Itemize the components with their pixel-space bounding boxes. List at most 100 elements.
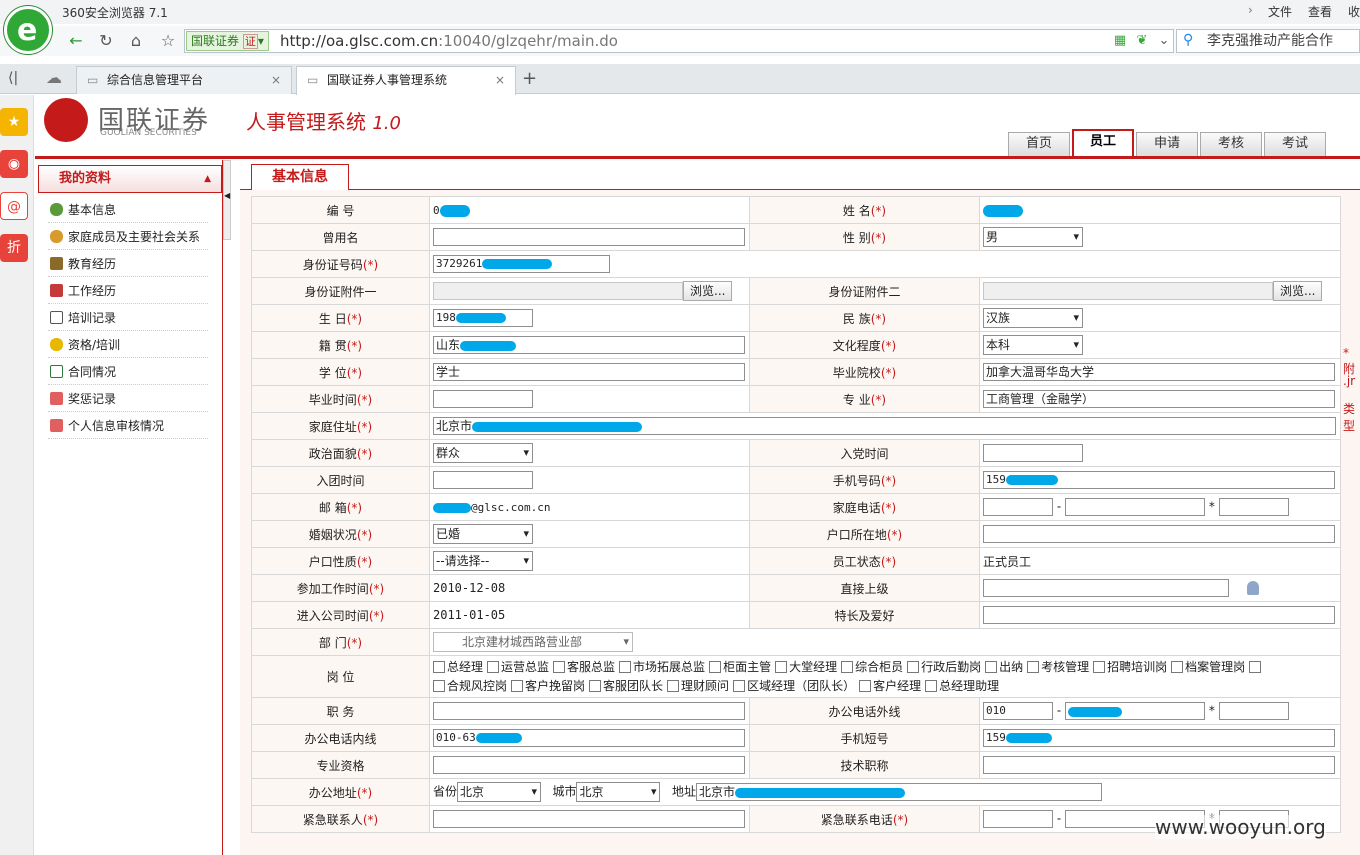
department-select[interactable]: 北京建材城西路营业部 — [433, 632, 633, 652]
url-text[interactable]: http://oa.glsc.com.cn:10040/glzqehr/main… — [280, 32, 618, 50]
emergency-phone-area-input[interactable] — [983, 810, 1053, 828]
person-select-icon[interactable] — [1247, 581, 1259, 595]
native-place-input[interactable]: 山东 — [433, 336, 745, 354]
post-checkbox-posts2-3[interactable]: 理财顾问 — [667, 679, 731, 693]
duty-input[interactable] — [433, 702, 745, 720]
close-icon[interactable]: × — [495, 67, 505, 93]
chevron-down-icon[interactable]: ⌄ — [1152, 30, 1176, 52]
chevron-right-icon[interactable]: › — [1248, 3, 1253, 17]
qualification-input[interactable] — [433, 756, 745, 774]
checkbox-icon[interactable] — [619, 661, 632, 673]
checkbox-icon[interactable] — [841, 661, 854, 673]
tab-integrated-platform[interactable]: ▭ 综合信息管理平台 × — [76, 66, 292, 94]
checkbox-icon[interactable] — [1093, 661, 1106, 673]
checkbox-icon[interactable] — [667, 680, 680, 692]
nav-employee[interactable]: 员工 — [1072, 129, 1134, 157]
direct-boss-input[interactable] — [983, 579, 1229, 597]
league-time-input[interactable] — [433, 471, 533, 489]
browser-logo-icon[interactable]: e — [4, 6, 52, 54]
post-checkbox-posts2-4[interactable]: 区域经理（团队长） — [733, 679, 857, 693]
checkbox-icon[interactable] — [709, 661, 722, 673]
home-phone-area-input[interactable] — [983, 498, 1053, 516]
post-checkbox-posts2-1[interactable]: 客户挽留岗 — [511, 679, 587, 693]
mobile-input[interactable]: 159 — [983, 471, 1335, 489]
checkbox-icon[interactable] — [433, 661, 445, 673]
id-number-input[interactable]: 3729261 — [433, 255, 610, 273]
tab-list-icon[interactable]: ⟨| — [8, 70, 18, 86]
left-item-work[interactable]: 工作经历 — [48, 278, 208, 304]
cloud-icon[interactable]: ☁ — [46, 68, 62, 87]
office-address-input[interactable]: 北京市 — [695, 783, 1102, 801]
left-item-qualification[interactable]: 资格/培训 — [48, 332, 208, 358]
post-checkbox-posts1-4[interactable]: 柜面主管 — [709, 660, 773, 674]
hobby-input[interactable] — [983, 606, 1335, 624]
graduate-time-input[interactable] — [433, 390, 533, 408]
favorites-icon[interactable]: ★ — [0, 108, 28, 136]
checkbox-icon[interactable] — [1027, 661, 1040, 673]
nav-apply[interactable]: 申请 — [1136, 132, 1198, 156]
post-checkbox-posts2-5[interactable]: 客户经理 — [859, 679, 923, 693]
left-item-training[interactable]: 培训记录 — [48, 305, 208, 331]
birthday-input[interactable]: 198 — [433, 309, 533, 327]
major-input[interactable]: 工商管理（金融学） — [983, 390, 1335, 408]
short-number-input[interactable]: 159 — [983, 729, 1335, 747]
school-input[interactable]: 加拿大温哥华岛大学 — [983, 363, 1335, 381]
checkbox-icon[interactable] — [487, 661, 500, 673]
home-address-input[interactable]: 北京市 — [433, 417, 1336, 435]
nav-assess[interactable]: 考核 — [1200, 132, 1262, 156]
nation-select[interactable]: 汉族 — [983, 308, 1083, 328]
home-phone-number-input[interactable] — [1065, 498, 1205, 516]
panel-collapse-handle[interactable]: ◀ — [223, 160, 231, 240]
checkbox-icon[interactable] — [1249, 661, 1262, 673]
city-select[interactable]: 北京 — [576, 782, 661, 802]
close-icon[interactable]: × — [271, 67, 281, 93]
post-checkbox-posts1-11[interactable]: 档案管理岗 — [1171, 660, 1247, 674]
collapse-up-icon[interactable]: ▲ — [204, 166, 211, 192]
checkbox-icon[interactable] — [985, 661, 998, 673]
post-checkbox-posts2-6[interactable]: 总经理助理 — [925, 679, 1001, 693]
discount-icon[interactable]: 折 — [0, 234, 28, 262]
nav-exam[interactable]: 考试 — [1264, 132, 1326, 156]
id-attach-2-input[interactable] — [983, 282, 1273, 300]
checkbox-icon[interactable] — [733, 680, 746, 692]
menu-collect[interactable]: 收 — [1348, 3, 1360, 20]
id-attach-1-input[interactable] — [433, 282, 683, 300]
post-checkbox-posts1-1[interactable]: 运营总监 — [487, 660, 551, 674]
post-checkbox-posts1-7[interactable]: 行政后勤岗 — [907, 660, 983, 674]
search-icon[interactable]: ⚲ — [1183, 32, 1193, 48]
used-name-input[interactable] — [433, 228, 745, 246]
post-checkbox-posts1-10[interactable]: 招聘培训岗 — [1093, 660, 1169, 674]
cert-badge[interactable]: 国联证券 证 ▾ — [186, 31, 269, 51]
qrcode-icon[interactable]: ▦ — [1108, 30, 1132, 52]
checkbox-icon[interactable] — [775, 661, 788, 673]
left-item-family[interactable]: 家庭成员及主要社会关系 — [48, 224, 208, 250]
sex-select[interactable]: 男 — [983, 227, 1083, 247]
new-tab-icon[interactable]: + — [522, 68, 537, 89]
post-checkbox-posts1-0[interactable]: 总经理 — [433, 660, 485, 674]
leaf-icon[interactable]: ❦ — [1130, 30, 1154, 52]
home-phone-ext-input[interactable] — [1218, 498, 1289, 516]
checkbox-icon[interactable] — [925, 680, 938, 692]
checkbox-icon[interactable] — [433, 680, 445, 692]
party-time-input[interactable] — [983, 444, 1083, 462]
left-item-rewards[interactable]: 奖惩记录 — [48, 386, 208, 412]
political-status-select[interactable]: 群众 — [433, 443, 533, 463]
checkbox-icon[interactable] — [589, 680, 602, 692]
checkbox-icon[interactable] — [907, 661, 920, 673]
star-icon[interactable]: ☆ — [156, 30, 180, 52]
refresh-icon[interactable]: ↻ — [94, 30, 118, 52]
office-internal-input[interactable]: 010-63 — [433, 729, 745, 747]
post-checkbox-posts1-5[interactable]: 大堂经理 — [775, 660, 839, 674]
marital-status-select[interactable]: 已婚 — [433, 524, 533, 544]
hukou-location-input[interactable] — [983, 525, 1335, 543]
browse-button[interactable]: 浏览... — [1273, 281, 1323, 301]
office-ext-number-input[interactable] — [1065, 702, 1205, 720]
left-item-review[interactable]: 个人信息审核情况 — [48, 413, 208, 439]
post-checkbox-posts1-8[interactable]: 出纳 — [985, 660, 1025, 674]
browse-button[interactable]: 浏览... — [683, 281, 733, 301]
left-item-education[interactable]: 教育经历 — [48, 251, 208, 277]
emergency-contact-input[interactable] — [433, 810, 745, 828]
education-level-select[interactable]: 本科 — [983, 335, 1083, 355]
left-item-contract[interactable]: 合同情况 — [48, 359, 208, 385]
mail-icon[interactable]: @ — [0, 192, 28, 220]
